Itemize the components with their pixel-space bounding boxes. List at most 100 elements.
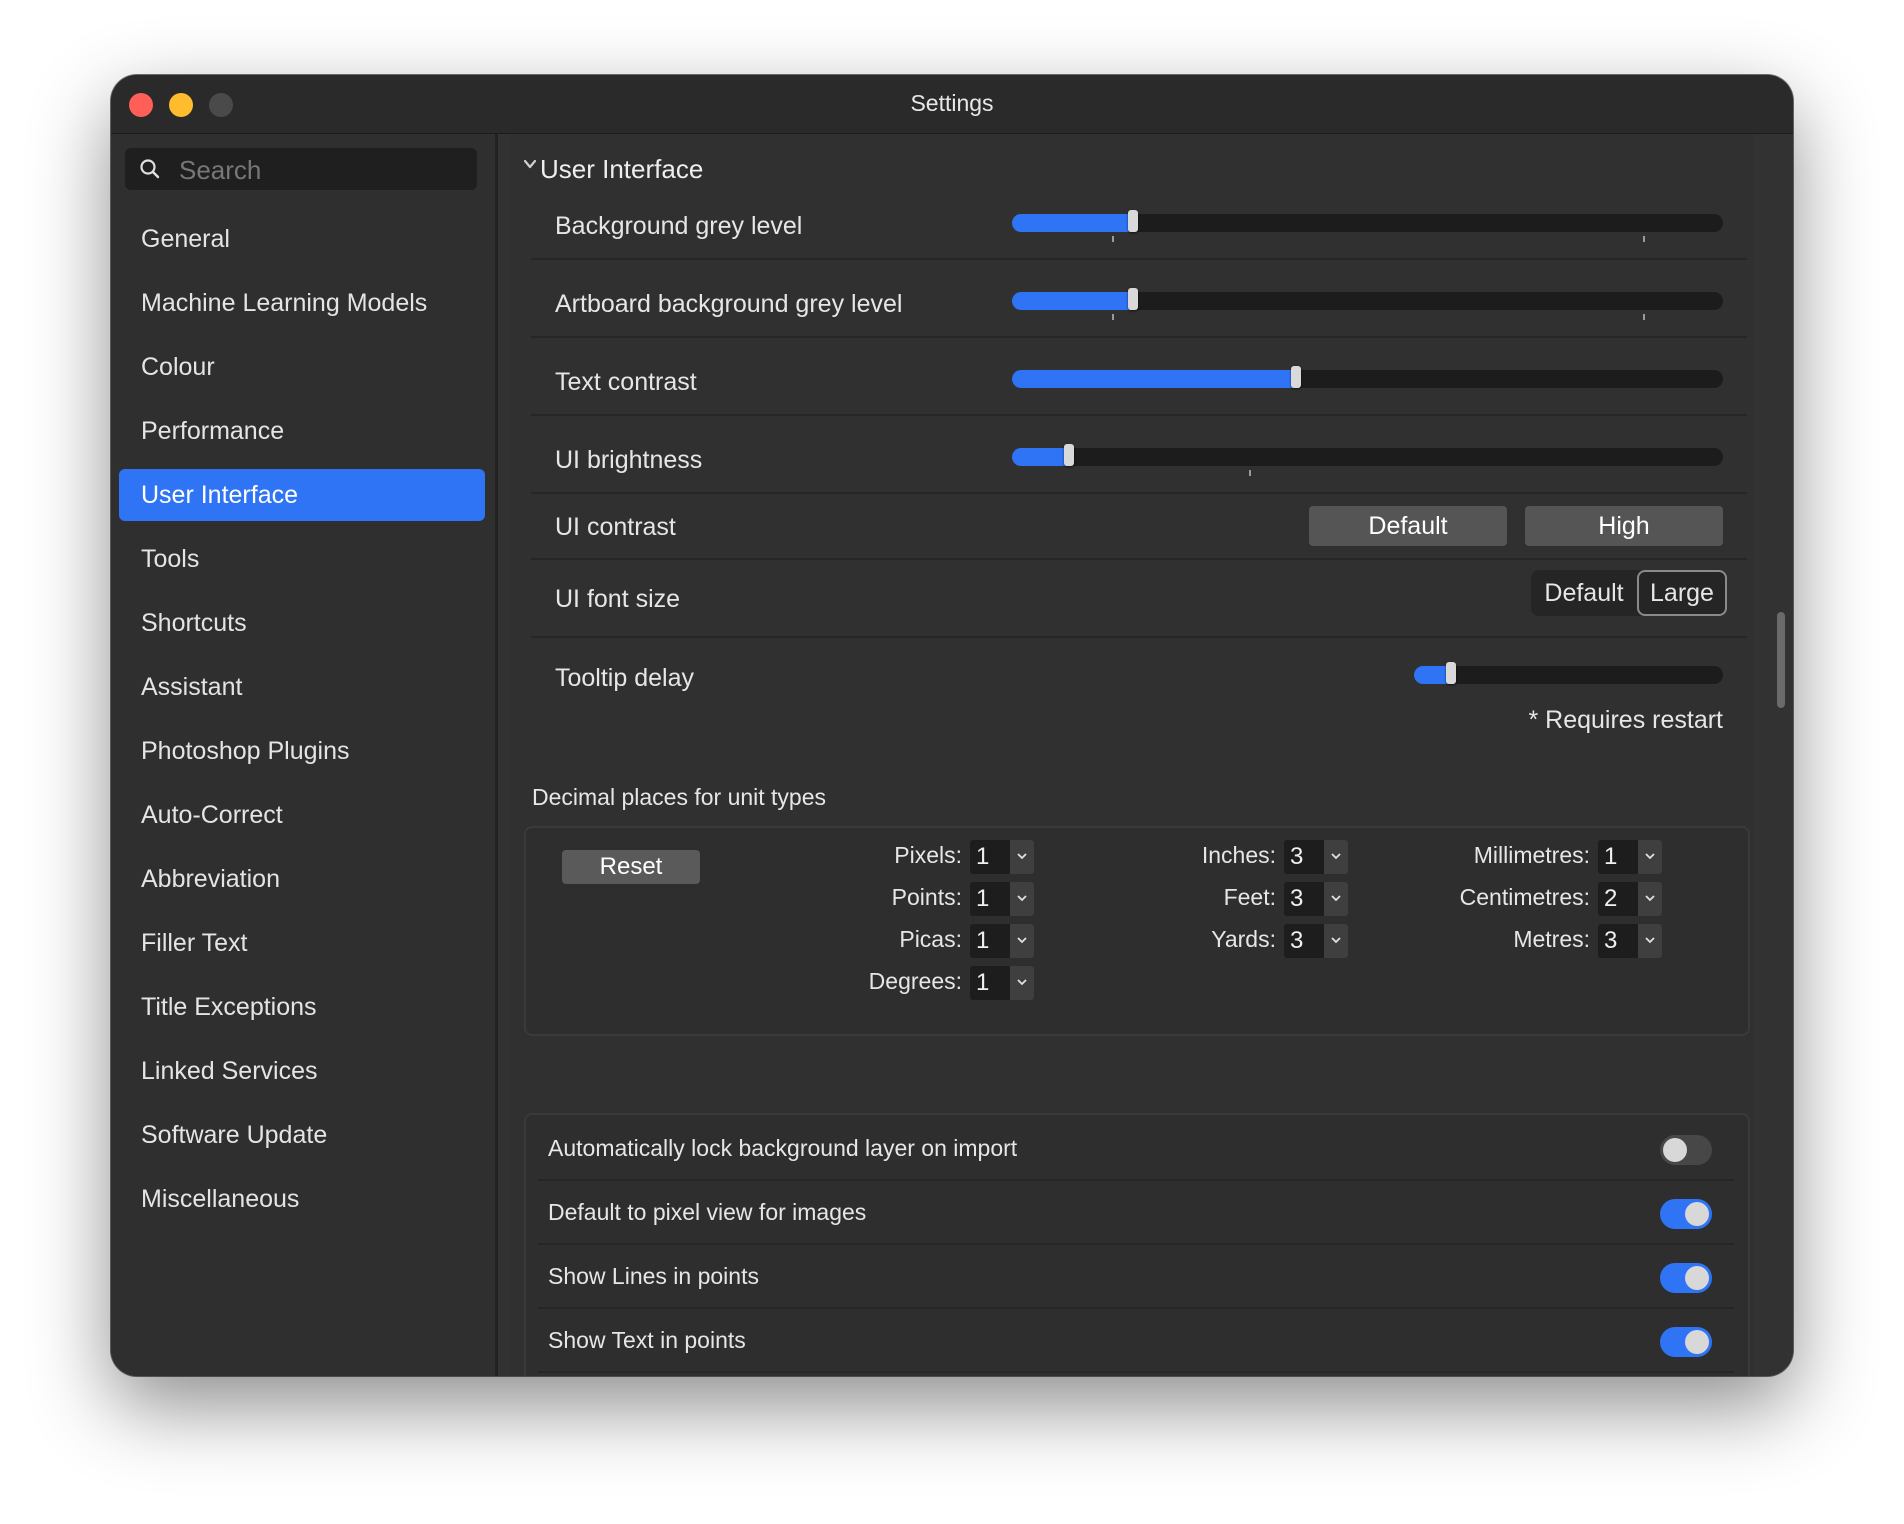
unit-label: Pixels: [894, 842, 962, 868]
ui-contrast-label: UI contrast [555, 513, 676, 541]
toggle-knob [1685, 1330, 1709, 1354]
toggle-switch[interactable] [1660, 1327, 1712, 1357]
toggle-label: Show Lines in points [548, 1263, 759, 1289]
sidebar-item-auto-correct[interactable]: Auto-Correct [119, 789, 485, 841]
unit-yards: Yards: 3 [1078, 924, 1348, 958]
unit-pixels: Pixels: 1 [764, 840, 1034, 874]
chevron-down-icon [1010, 966, 1034, 1000]
millimetres-decimal-select[interactable]: 1 [1598, 840, 1662, 874]
sidebar-item-user-interface[interactable]: User Interface [119, 469, 485, 521]
degrees-decimal-select[interactable]: 1 [970, 966, 1034, 1000]
window-title: Settings [910, 90, 994, 116]
decimal-places-title: Decimal places for unit types [532, 784, 827, 810]
sidebar-item-linked-services[interactable]: Linked Services [119, 1045, 485, 1097]
select-value: 1 [976, 885, 990, 912]
unit-label: Inches: [1201, 842, 1276, 868]
search-field[interactable] [125, 148, 477, 192]
chevron-down-icon [1324, 840, 1348, 874]
sidebar-item-software-update[interactable]: Software Update [119, 1109, 485, 1161]
unit-label: Millimetres: [1473, 842, 1590, 868]
ui-contrast-default-button[interactable]: Default [1309, 506, 1507, 546]
picas-decimal-select[interactable]: 1 [970, 924, 1034, 958]
unit-centimetres: Centimetres: 2 [1392, 882, 1662, 916]
toggle-label: Automatically lock background layer on i… [548, 1135, 1018, 1161]
yards-decimal-select[interactable]: 3 [1284, 924, 1348, 958]
background-grey-slider[interactable] [1012, 210, 1723, 242]
slider-fill [1012, 292, 1133, 310]
sidebar-item-photoshop-plugins[interactable]: Photoshop Plugins [119, 725, 485, 777]
sidebar-item-general[interactable]: General [119, 213, 485, 265]
toggle-knob [1685, 1202, 1709, 1226]
slider-tick [1112, 236, 1114, 242]
sidebar-item-abbreviation[interactable]: Abbreviation [119, 853, 485, 905]
select-value: 1 [976, 843, 990, 870]
unit-label: Feet: [1223, 884, 1276, 910]
sidebar-item-filler-text[interactable]: Filler Text [119, 917, 485, 969]
ui-brightness-slider[interactable] [1012, 444, 1723, 476]
select-value: 2 [1604, 885, 1618, 912]
inches-decimal-select[interactable]: 3 [1284, 840, 1348, 874]
unit-picas: Picas: 1 [764, 924, 1034, 958]
unit-millimetres: Millimetres: 1 [1392, 840, 1662, 874]
chevron-down-icon [1010, 924, 1034, 958]
unit-label: Degrees: [868, 968, 962, 994]
select-value: 3 [1290, 885, 1304, 912]
chevron-down-icon [1638, 840, 1662, 874]
toggle-row: Show Lines in points [538, 1245, 1734, 1309]
chevron-down-icon [1010, 882, 1034, 916]
sidebar-item-colour[interactable]: Colour [119, 341, 485, 393]
background-grey-label: Background grey level [555, 212, 803, 240]
search-icon [140, 159, 160, 179]
toggle-row: Default to pixel view for images [538, 1181, 1734, 1245]
text-contrast-row: Text contrast [531, 338, 1747, 416]
unit-metres: Metres: 3 [1392, 924, 1662, 958]
toggle-switch[interactable] [1660, 1135, 1712, 1165]
slider-thumb[interactable] [1063, 444, 1074, 466]
centimetres-decimal-select[interactable]: 2 [1598, 882, 1662, 916]
sidebar-item-tools[interactable]: Tools [119, 533, 485, 585]
font-size-default-option[interactable]: Default [1531, 570, 1637, 616]
ui-font-size-row: UI font size Default Large [531, 560, 1747, 638]
pixels-decimal-select[interactable]: 1 [970, 840, 1034, 874]
toggle-row: Show brush previews [538, 1373, 1734, 1376]
toggle-label: Default to pixel view for images [548, 1199, 867, 1225]
slider-thumb[interactable] [1127, 210, 1138, 232]
sidebar-item-machine-learning-models[interactable]: Machine Learning Models [119, 277, 485, 329]
toggle-knob [1663, 1138, 1687, 1162]
chevron-down-icon [523, 159, 537, 169]
points-decimal-select[interactable]: 1 [970, 882, 1034, 916]
sidebar-item-performance[interactable]: Performance [119, 405, 485, 457]
text-contrast-slider[interactable] [1012, 366, 1723, 388]
slider-fill [1012, 214, 1133, 232]
metres-decimal-select[interactable]: 3 [1598, 924, 1662, 958]
sidebar-item-shortcuts[interactable]: Shortcuts [119, 597, 485, 649]
slider-thumb[interactable] [1446, 662, 1457, 684]
toggle-switch[interactable] [1660, 1199, 1712, 1229]
artboard-grey-row: Artboard background grey level [531, 260, 1747, 338]
slider-thumb[interactable] [1291, 366, 1302, 388]
title-bar: Settings [111, 75, 1793, 134]
toggle-switch[interactable] [1660, 1263, 1712, 1293]
select-value: 1 [976, 927, 990, 954]
options-toggle-list: Automatically lock background layer on i… [524, 1113, 1750, 1376]
reset-button[interactable]: Reset [562, 850, 700, 884]
scrollbar[interactable] [1777, 612, 1785, 708]
slider-tick [1249, 470, 1251, 476]
ui-contrast-high-button[interactable]: High [1525, 506, 1723, 546]
toggle-row: Show Text in points [538, 1309, 1734, 1373]
tooltip-delay-slider[interactable] [1414, 662, 1723, 684]
text-contrast-label: Text contrast [555, 368, 697, 396]
artboard-grey-slider[interactable] [1012, 288, 1723, 320]
slider-thumb[interactable] [1127, 288, 1138, 310]
sidebar-item-assistant[interactable]: Assistant [119, 661, 485, 713]
ui-font-size-label: UI font size [555, 585, 681, 613]
unit-label: Centimetres: [1459, 884, 1590, 910]
font-size-large-option[interactable]: Large [1637, 570, 1727, 616]
sidebar-list: General Machine Learning Models Colour P… [119, 213, 485, 1237]
sidebar-item-title-exceptions[interactable]: Title Exceptions [119, 981, 485, 1033]
toggle-label: Show Text in points [548, 1327, 746, 1353]
feet-decimal-select[interactable]: 3 [1284, 882, 1348, 916]
sidebar-item-miscellaneous[interactable]: Miscellaneous [119, 1173, 485, 1225]
chevron-down-icon [1324, 882, 1348, 916]
search-input[interactable] [177, 148, 471, 192]
